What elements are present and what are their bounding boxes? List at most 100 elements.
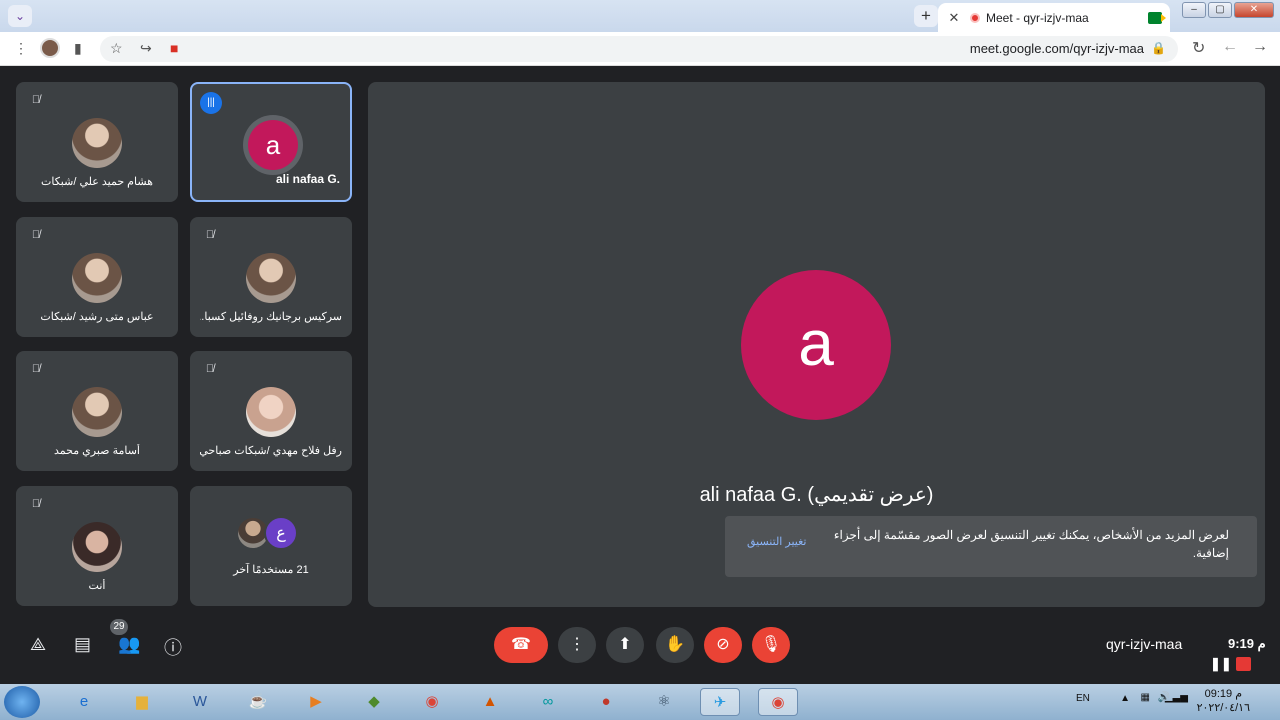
maximize-icon[interactable]: ▢ (1208, 2, 1232, 18)
participant-name: رفل فلاح مهدي /شبكات صباحي (200, 445, 342, 457)
menu-icon[interactable]: ⋮ (14, 40, 28, 57)
minimize-icon[interactable]: – (1182, 2, 1206, 18)
lock-icon[interactable]: 🔒 (1151, 41, 1166, 55)
window-controls: – ▢ ✕ (1182, 2, 1274, 18)
browser-tab-bar: ⌄ + ✕ Meet - qyr-izjv-maa – ▢ ✕ (0, 0, 1280, 32)
activities-icon[interactable]: ⟁ (30, 634, 46, 655)
chat-icon[interactable]: ▤ (74, 634, 91, 655)
clock-date: ٢٠٢٢/٠٤/١٦ (1196, 702, 1250, 714)
participant-tile[interactable]: 🎙̸ هشام حميد علي /شبكات (16, 82, 178, 202)
present-screen-icon: ⬆ (618, 636, 632, 653)
system-clock[interactable]: 09:19 م ٢٠٢٢/٠٤/١٦ (1197, 687, 1250, 715)
recording-controls: ❚❚ (1210, 655, 1270, 673)
raise-hand-button[interactable]: ✋ (656, 627, 694, 663)
mic-off-icon: 🎙̸ (31, 498, 41, 510)
main-stage: a ali nafaa G. (عرض تقديمي) لعرض المزيد … (368, 82, 1265, 607)
meeting-code: qyr-izjv-maa (1106, 636, 1183, 652)
present-button[interactable]: ⬆ (606, 627, 644, 663)
matlab-icon[interactable]: ▲ (470, 688, 510, 716)
avatar (72, 387, 122, 437)
more-options-button[interactable]: ⋮ (558, 627, 596, 663)
chrome-active-icon[interactable]: ◉ (758, 688, 798, 716)
java-icon[interactable]: ☕ (238, 688, 278, 716)
camera-blocked-icon[interactable]: ■ (170, 40, 178, 56)
tab-title: Meet - qyr-izjv-maa (986, 10, 1089, 25)
avatar: a (248, 120, 298, 170)
omnibox[interactable]: ☆ ↪ ■ meet.google.com/qyr-izjv-maa 🔒 (100, 36, 1178, 62)
word-icon[interactable]: W (180, 688, 220, 716)
participant-name: أسامة صبري محمد (54, 445, 140, 457)
people-icon[interactable]: 👥 (118, 634, 140, 655)
more-participants-label: 21 مستخدمًا آخر (233, 564, 309, 576)
url-text[interactable]: meet.google.com/qyr-izjv-maa (970, 41, 1144, 56)
mic-off-icon: 🎙̸ (31, 363, 41, 375)
participant-tile[interactable]: 🎙̸ رفل فلاح مهدي /شبكات صباحي (190, 351, 352, 471)
participant-name: ali nafaa G. (275, 172, 340, 186)
explorer-icon[interactable]: ▆ (122, 688, 162, 716)
pause-icon[interactable]: ❚❚ (1210, 656, 1232, 672)
more-participants-tile[interactable]: ع 21 مستخدمًا آخر (190, 486, 352, 606)
clock-time: 09:19 م (1204, 688, 1242, 700)
more-avatars: ع (236, 516, 306, 550)
chrome-icon[interactable]: ◉ (412, 688, 452, 716)
participant-tile-active[interactable]: ||| a ali nafaa G. (190, 82, 352, 202)
mic-off-icon: 🎙 (760, 636, 782, 653)
participant-tile[interactable]: 🎙̸ عباس متى رشيد /شبكات (16, 217, 178, 337)
tab-close-icon[interactable]: ✕ (946, 10, 962, 26)
tray-arrow-icon[interactable]: ▲ (1120, 693, 1130, 704)
avatar (72, 522, 122, 572)
stop-recording-icon[interactable] (1236, 657, 1251, 671)
ie-icon[interactable]: e (64, 688, 104, 716)
atom-icon[interactable]: ⚛ (644, 688, 684, 716)
participant-name: أنت (88, 580, 106, 592)
participant-tile[interactable]: 🎙̸ سركيس برجانيك روفائيل كسبا... (190, 217, 352, 337)
media-player-icon[interactable]: ▶ (296, 688, 336, 716)
mic-off-icon: 🎙̸ (31, 229, 41, 241)
participant-name: عباس متى رشيد /شبكات (40, 311, 154, 323)
window-close-icon[interactable]: ✕ (1234, 2, 1274, 18)
meet-favicon-icon (1148, 11, 1166, 24)
start-button[interactable] (4, 686, 40, 718)
participant-tile-self[interactable]: 🎙̸ أنت (16, 486, 178, 606)
layout-toast: لعرض المزيد من الأشخاص، يمكنك تغيير التن… (725, 516, 1257, 577)
participant-tile[interactable]: 🎙̸ أسامة صبري محمد (16, 351, 178, 471)
speaking-icon: ||| (200, 92, 222, 114)
arduino-icon[interactable]: ∞ (528, 688, 568, 716)
telegram-icon[interactable]: ✈ (700, 688, 740, 716)
tab-search-icon[interactable]: ⌄ (8, 5, 32, 27)
presenter-avatar: a (741, 270, 891, 420)
toast-message: لعرض المزيد من الأشخاص، يمكنك تغيير التن… (833, 528, 1229, 560)
more-vert-icon: ⋮ (569, 636, 585, 653)
leave-call-button[interactable]: ☎ (494, 627, 548, 663)
reload-icon[interactable]: ↻ (1192, 38, 1205, 58)
forward-icon[interactable]: → (1252, 38, 1268, 56)
tab-meet[interactable]: ✕ Meet - qyr-izjv-maa (938, 3, 1170, 32)
new-tab-button[interactable]: + (914, 5, 938, 27)
avatar (246, 253, 296, 303)
mic-off-icon: 🎙̸ (205, 363, 215, 375)
bookmark-star-icon[interactable]: ☆ (110, 40, 123, 57)
mic-off-button[interactable]: 🎙 (752, 627, 790, 663)
signal-icon[interactable]: ▁▃▅ (1165, 692, 1188, 703)
avatar (246, 387, 296, 437)
network-icon[interactable]: ▦ (1141, 692, 1150, 703)
hand-icon: ✋ (665, 636, 685, 653)
language-indicator[interactable]: EN (1076, 693, 1090, 704)
share-icon[interactable]: ↪ (140, 40, 152, 57)
camera-off-icon: ⊘ (716, 636, 730, 653)
profile-avatar[interactable] (40, 38, 60, 58)
meeting-time: م 9:19 (1228, 636, 1266, 651)
app-icon[interactable]: ● (586, 688, 626, 716)
address-bar: ⋮ ▮ ☆ ↪ ■ meet.google.com/qyr-izjv-maa 🔒… (0, 32, 1280, 66)
change-layout-button[interactable]: تغيير التنسيق (747, 535, 807, 548)
app-icon[interactable]: ◆ (354, 688, 394, 716)
recording-indicator-icon (970, 12, 980, 23)
camera-off-button[interactable]: ⊘ (704, 627, 742, 663)
sidepanel-icon[interactable]: ▮ (74, 40, 82, 57)
info-icon[interactable]: ⓘ (164, 634, 182, 660)
mic-off-icon: 🎙̸ (31, 94, 41, 106)
participant-name: هشام حميد علي /شبكات (41, 176, 153, 188)
back-icon[interactable]: ← (1222, 38, 1238, 56)
hangup-icon: ☎ (511, 636, 531, 653)
participants-count-badge: 29 (110, 619, 128, 635)
